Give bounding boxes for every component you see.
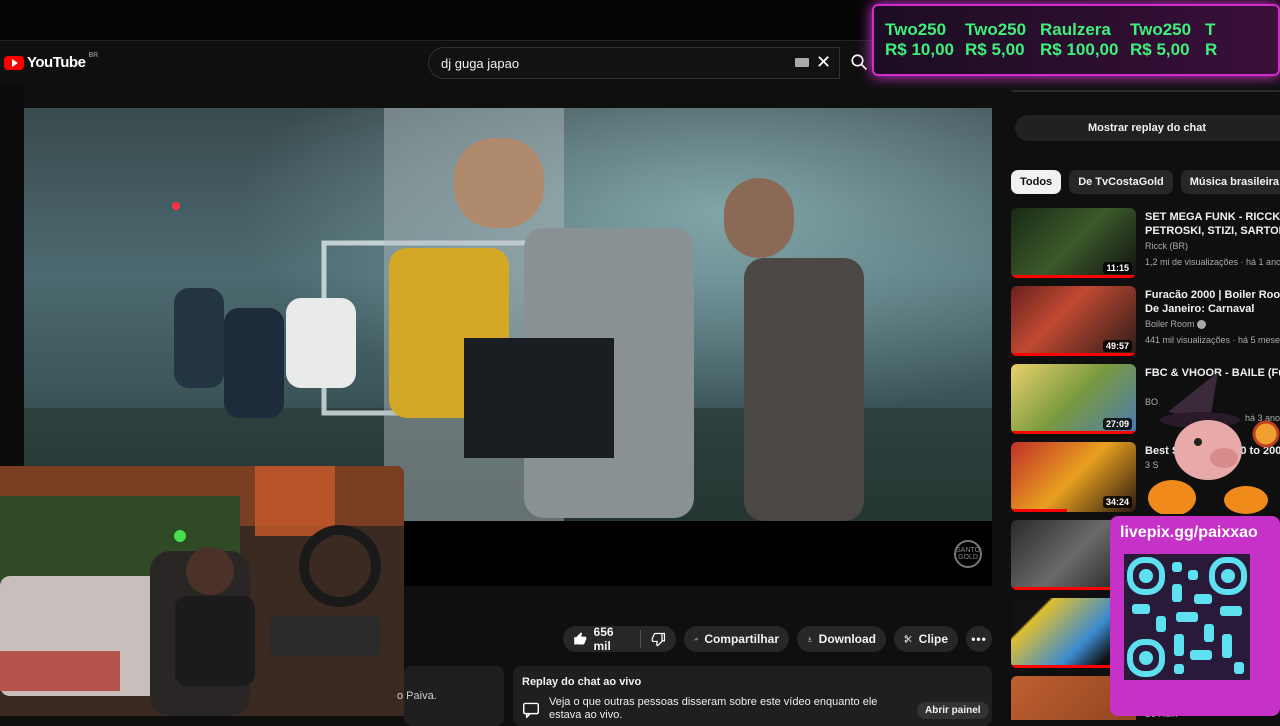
donor-name: Two250: [965, 20, 1027, 39]
donation-amount: R$ 10,00: [885, 40, 954, 59]
like-dislike-group: 656 mil: [563, 625, 676, 653]
chat-divider: [1012, 90, 1280, 92]
pig-mascot-overlay: [1148, 372, 1280, 514]
donations-ticker: Two250 R$ 10,00 Two250 R$ 5,00 Raulzera R$ …: [872, 4, 1280, 76]
search-icon[interactable]: [850, 53, 868, 71]
like-button[interactable]: 656 mil: [573, 625, 630, 653]
keyboard-icon[interactable]: [795, 58, 809, 67]
channel-name[interactable]: Boiler Room: [1145, 319, 1207, 330]
chat-icon: [523, 702, 539, 718]
recommendation-item[interactable]: 49:57 Furacão 2000 | Boiler Room De Janei…: [1011, 286, 1280, 356]
livepix-qr-overlay: livepix.gg/paixxao: [1110, 516, 1280, 716]
donor-name: Raulzera: [1040, 20, 1111, 39]
show-chat-replay-button[interactable]: Mostrar replay do chat: [1015, 115, 1280, 141]
donor-name: Two250: [1130, 20, 1192, 39]
title-line-2: PETROSKI, STIZI, SARTORI: [1145, 225, 1280, 237]
video-meta: 1,2 mi de visualizações · há 1 ano: [1145, 257, 1280, 267]
video-frame[interactable]: [24, 108, 992, 521]
video-thumbnail[interactable]: 27:09: [1011, 364, 1136, 434]
donor-name: T: [1205, 20, 1216, 39]
title-line-1: SET MEGA FUNK - RICCK,: [1145, 211, 1280, 223]
livepix-url: livepix.gg/paixxao: [1120, 524, 1258, 541]
video-thumbnail[interactable]: 11:15: [1011, 208, 1136, 278]
more-icon: •••: [971, 632, 987, 646]
donation-amount: R$ 5,00: [965, 40, 1025, 59]
video-duration: 27:09: [1102, 418, 1132, 430]
more-actions-button[interactable]: •••: [966, 626, 992, 652]
thumbs-down-icon[interactable]: [651, 631, 666, 647]
country-code: BR: [88, 52, 99, 59]
channel-watermark[interactable]: SANTO GOLD: [954, 540, 982, 568]
title-line-2: De Janeiro: Carnaval: [1145, 303, 1255, 315]
chat-replay-panel: Replay do chat ao vivo Veja o que outras…: [513, 666, 992, 726]
description-text: o Paiva.: [397, 690, 437, 702]
download-button[interactable]: Download: [797, 626, 886, 652]
channel-name[interactable]: Ricck (BR): [1145, 241, 1188, 251]
download-label: Download: [818, 632, 876, 646]
donation-item: TR: [1205, 20, 1217, 60]
youtube-play-icon: [4, 55, 24, 70]
like-divider: [640, 630, 642, 648]
recommendation-item[interactable]: 11:15 SET MEGA FUNK - RICCK, PETROSKI, ST…: [1011, 208, 1280, 278]
watch-progress-bar: [1011, 509, 1068, 512]
description-box[interactable]: o Paiva.: [397, 666, 504, 726]
title-line-1: Furacão 2000 | Boiler Room: [1145, 289, 1280, 301]
chip-tvcostagold[interactable]: De TvCostaGold: [1069, 170, 1173, 194]
donation-item: Raulzera R$ 100,00: [1040, 20, 1118, 60]
donation-amount: R$ 100,00: [1040, 40, 1119, 59]
donor-name: Two250: [885, 20, 947, 39]
donation-item: Two250 R$ 5,00: [965, 20, 1026, 60]
logo-text: YouTube: [27, 54, 86, 71]
watch-progress-bar: [1011, 275, 1136, 278]
open-panel-button[interactable]: Abrir painel: [917, 702, 989, 719]
video-thumbnail[interactable]: 34:24: [1011, 442, 1136, 512]
donation-item: Two250 R$ 5,00: [1130, 20, 1191, 60]
video-title[interactable]: Furacão 2000 | Boiler Room De Janeiro: Ca…: [1145, 288, 1280, 316]
video-duration: 11:15: [1103, 262, 1132, 274]
filter-chips: Todos De TvCostaGold Música brasileira: [1011, 170, 1280, 194]
donation-item: Two250 R$ 10,00: [885, 20, 954, 60]
watch-progress-bar: [1011, 353, 1136, 356]
video-duration: 34:24: [1102, 496, 1132, 508]
chat-replay-description: Veja o que outras pessoas disseram sobre…: [549, 696, 878, 721]
youtube-logo[interactable]: YouTube BR: [4, 52, 99, 71]
search-value: dj guga japao: [441, 55, 520, 71]
donation-amount: R: [1205, 40, 1218, 59]
thumbs-up-icon: [574, 632, 587, 645]
clear-search-icon[interactable]: ✕: [816, 52, 831, 73]
share-label: Compartilhar: [704, 632, 779, 646]
video-meta: 441 mil visualizações · há 5 meses: [1145, 335, 1280, 345]
streamer-webcam: [0, 466, 404, 716]
chip-musica-brasileira[interactable]: Música brasileira: [1180, 170, 1280, 194]
download-icon: [807, 636, 812, 642]
channel-label: Boiler Room: [1145, 319, 1195, 329]
watch-progress-bar: [1011, 431, 1136, 434]
verified-icon: [1197, 320, 1207, 330]
clip-button[interactable]: Clipe: [894, 626, 958, 652]
chip-all[interactable]: Todos: [1011, 170, 1062, 194]
video-title[interactable]: SET MEGA FUNK - RICCK, PETROSKI, STIZI, S…: [1145, 210, 1280, 238]
left-guide-strip: [0, 86, 24, 466]
qr-code-icon: [1124, 554, 1250, 680]
chat-replay-title: Replay do chat ao vivo: [522, 676, 642, 688]
share-icon: [694, 637, 699, 641]
video-thumbnail[interactable]: 49:57: [1011, 286, 1136, 356]
share-button[interactable]: Compartilhar: [684, 626, 789, 652]
like-count: 656 mil: [593, 625, 614, 653]
clip-label: Clipe: [918, 632, 948, 646]
video-duration: 49:57: [1102, 340, 1132, 352]
donation-amount: R$ 5,00: [1130, 40, 1190, 59]
scissors-icon: [904, 635, 912, 643]
search-input[interactable]: dj guga japao: [428, 47, 840, 79]
